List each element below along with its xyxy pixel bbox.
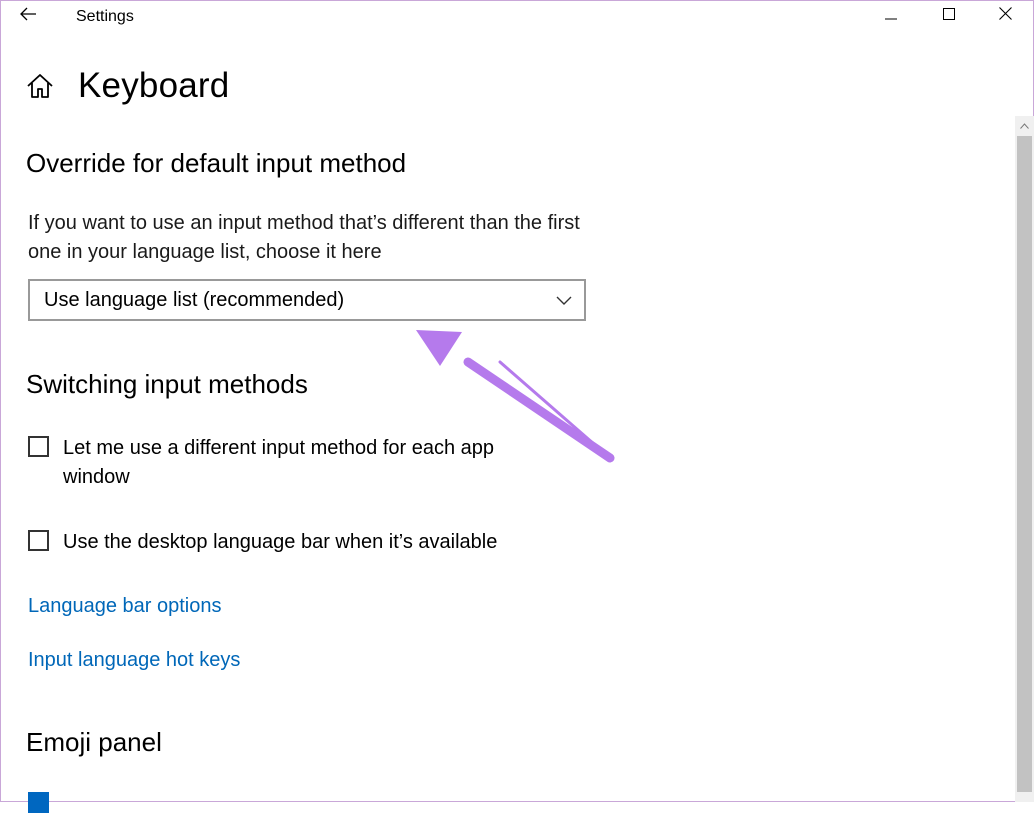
checkbox-row-language-bar[interactable]: Use the desktop language bar when it’s a…	[28, 528, 543, 557]
scroll-up-button[interactable]	[1015, 116, 1034, 134]
scroll-thumb[interactable]	[1017, 136, 1032, 792]
chevron-down-icon	[554, 294, 574, 306]
input-language-hot-keys-link[interactable]: Input language hot keys	[28, 649, 240, 672]
minimize-icon	[885, 7, 897, 25]
back-button[interactable]	[8, 0, 48, 32]
page-header: Keyboard	[26, 64, 229, 108]
minimize-button[interactable]	[868, 0, 914, 32]
desktop-language-bar-checkbox[interactable]	[28, 530, 49, 551]
back-arrow-icon	[19, 7, 37, 26]
page-title: Keyboard	[78, 66, 230, 105]
dropdown-selected-value: Use language list (recommended)	[44, 288, 345, 311]
override-section-heading: Override for default input method	[26, 148, 407, 178]
close-button[interactable]	[982, 0, 1028, 32]
vertical-scrollbar[interactable]	[1015, 116, 1034, 802]
maximize-button[interactable]	[926, 0, 972, 32]
emoji-section-heading: Emoji panel	[26, 727, 162, 757]
emoji-panel-checkbox[interactable]	[28, 792, 49, 813]
switching-section-heading: Switching input methods	[26, 369, 308, 399]
per-app-input-checkbox[interactable]	[28, 436, 49, 457]
input-method-dropdown[interactable]: Use language list (recommended)	[28, 279, 586, 321]
chevron-up-icon	[1020, 116, 1029, 134]
close-icon	[998, 7, 1012, 25]
maximize-icon	[943, 7, 955, 25]
home-icon[interactable]	[26, 71, 56, 101]
desktop-language-bar-label: Use the desktop language bar when it’s a…	[63, 531, 498, 553]
override-description: If you want to use an input method that’…	[28, 212, 580, 263]
annotation-arrow-icon	[410, 322, 620, 467]
language-bar-options-link[interactable]: Language bar options	[28, 595, 222, 618]
app-title: Settings	[76, 8, 134, 25]
title-bar: Settings	[0, 0, 1034, 34]
